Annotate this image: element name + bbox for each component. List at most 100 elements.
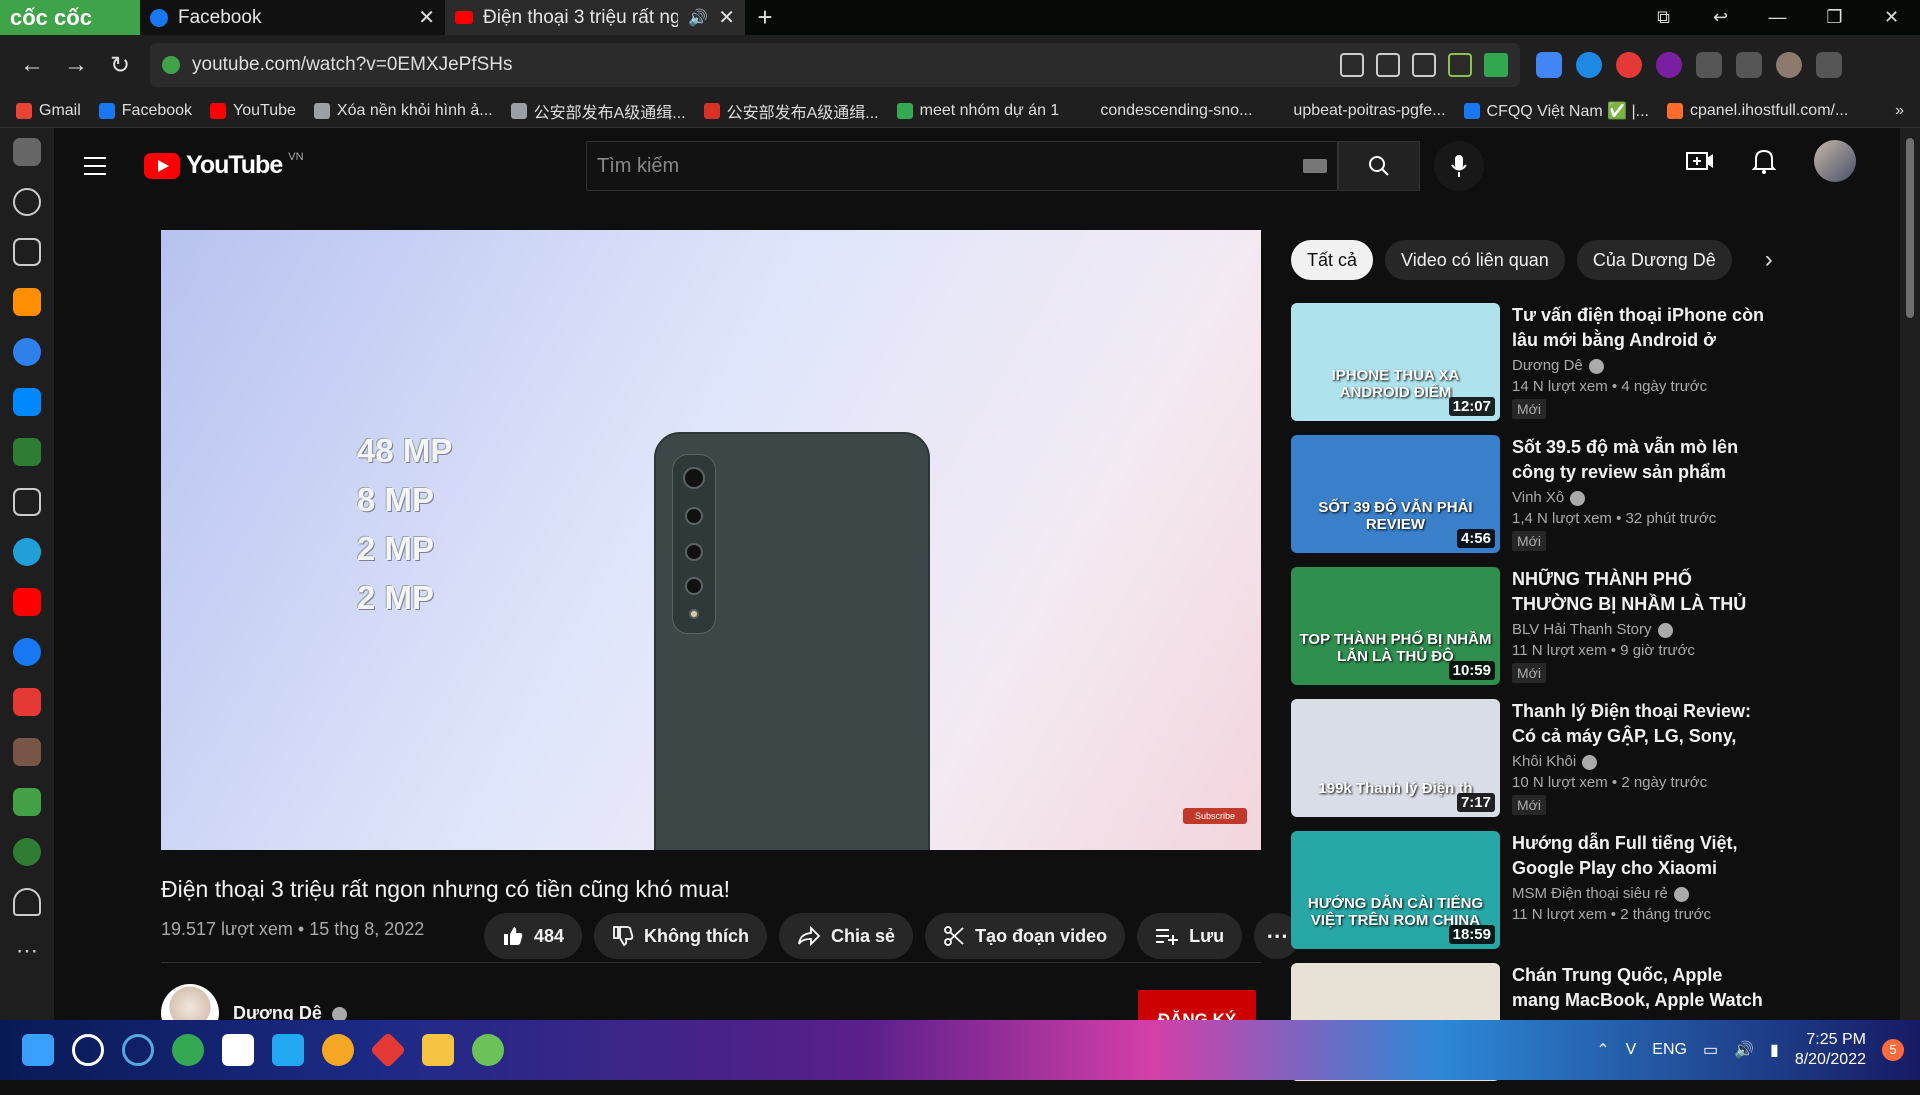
messenger-icon[interactable] [13, 338, 41, 366]
bookmark-item[interactable]: upbeat-poitras-pgfe... [1270, 102, 1446, 120]
translate-extension-icon[interactable] [1536, 52, 1562, 78]
recommended-video[interactable]: TOP THÀNH PHỐ BỊ NHẦM LẪN LÀ THỦ ĐÔ 10:59… [1291, 567, 1766, 699]
recommended-video-title[interactable]: NHỮNG THÀNH PHỐ THƯỜNG BỊ NHẦM LÀ THỦ ĐÔ… [1512, 567, 1766, 617]
voice-search-button[interactable] [1434, 141, 1484, 191]
recommended-video[interactable]: HƯỚNG DẪN CÀI TIẾNG VIỆT TRÊN ROM CHINA 1… [1291, 831, 1766, 963]
secure-lock-icon[interactable] [162, 56, 180, 74]
create-video-icon[interactable] [1686, 150, 1714, 172]
video-thumbnail[interactable]: TOP THÀNH PHỐ BỊ NHẦM LẪN LÀ THỦ ĐÔ 10:59 [1291, 567, 1500, 685]
crown-icon[interactable] [13, 138, 41, 166]
camera-app-icon[interactable] [222, 1034, 254, 1066]
rocket-icon[interactable] [13, 838, 41, 866]
recommended-channel-name[interactable]: Khôi Khôi [1512, 753, 1766, 770]
add-sidebar-app-icon[interactable] [13, 488, 41, 516]
minimize-button[interactable]: — [1749, 7, 1806, 28]
back-button[interactable]: ← [10, 51, 54, 79]
video-thumbnail[interactable]: SỐT 39 ĐỘ VẪN PHẢI REVIEW 4:56 [1291, 435, 1500, 553]
file-explorer-icon[interactable] [422, 1034, 454, 1066]
profile-avatar-icon[interactable] [1776, 52, 1802, 78]
search-button[interactable] [1338, 141, 1420, 191]
close-window-button[interactable]: ✕ [1863, 7, 1920, 28]
dislike-button[interactable]: Không thích [594, 913, 768, 959]
share-icon[interactable] [1376, 53, 1400, 77]
audio-extension-icon[interactable] [1656, 52, 1682, 78]
bookmark-item[interactable]: Facebook [98, 102, 192, 120]
recommended-video-title[interactable]: Chán Trung Quốc, Apple mang MacBook, App… [1512, 963, 1766, 1013]
video-thumbnail[interactable]: 199k Thanh lý Điện th 7:17 [1291, 699, 1500, 817]
video-thumbnail[interactable]: IPHONE THUA XA ANDROID ĐIỂM 12:07 [1291, 303, 1500, 421]
red-app-icon[interactable] [369, 1031, 407, 1069]
recommended-channel-name[interactable]: Dương Dê [1512, 357, 1766, 374]
install-app-icon[interactable] [1340, 53, 1364, 77]
recommended-video-title[interactable]: Hướng dẫn Full tiếng Việt, Google Play c… [1512, 831, 1766, 881]
recommended-channel-name[interactable]: Vinh Xô [1512, 489, 1766, 506]
coccoc-logo[interactable]: cốc cốc [0, 0, 140, 35]
telegram-icon[interactable] [13, 538, 41, 566]
bookmark-star-icon[interactable] [1412, 53, 1436, 77]
grammarly-icon[interactable] [322, 1034, 354, 1066]
chip-from-channel[interactable]: Của Dương Dê [1576, 240, 1732, 280]
youtube-sidebar-icon[interactable] [13, 588, 41, 616]
forward-button[interactable]: → [54, 51, 98, 79]
recommended-video[interactable]: IPHONE THUA XA ANDROID ĐIỂM 12:07 Tư vấn đ… [1291, 303, 1766, 435]
tab-youtube-video[interactable]: Điện thoại 3 triệu rất ngo 🔊 ✕ [445, 0, 745, 35]
video-player[interactable]: 48 MP 8 MP 2 MP 2 MP Subscribe [161, 230, 1261, 850]
more-sidebar-icon[interactable]: ⋯ [16, 938, 38, 964]
tab-search-icon[interactable]: ⧉ [1635, 7, 1692, 28]
chip-related[interactable]: Video có liên quan [1385, 240, 1565, 280]
recommended-channel-name[interactable]: MSM Điện thoại siêu rẻ [1512, 885, 1766, 902]
recommended-video-title[interactable]: Tư vấn điện thoại iPhone còn lâu mới bằn… [1512, 303, 1766, 353]
notifications-bell-icon[interactable] [1752, 148, 1776, 174]
vietkey-icon[interactable]: V [1626, 1041, 1637, 1059]
chevron-up-icon[interactable]: ⌃ [1596, 1040, 1609, 1060]
history-icon[interactable] [13, 188, 41, 216]
chrome-icon[interactable] [172, 1034, 204, 1066]
search-input[interactable]: Tìm kiếm [586, 141, 1338, 191]
tab-close-button[interactable]: ✕ [718, 5, 735, 30]
adblock-shield-icon[interactable] [1448, 53, 1472, 77]
like-button[interactable]: 484 [484, 913, 583, 959]
battery-icon[interactable]: ▮ [1770, 1040, 1779, 1060]
coccoc-taskbar-icon[interactable] [472, 1034, 504, 1066]
save-button[interactable]: Lưu [1137, 913, 1243, 959]
downloads-icon[interactable] [1816, 52, 1842, 78]
clip-button[interactable]: Tạo đoạn video [925, 913, 1126, 959]
bookmark-item[interactable]: cpanel.ihostfull.com/... [1667, 102, 1848, 120]
bookmarks-overflow-button[interactable]: » [1895, 102, 1904, 120]
recommended-channel-name[interactable]: BLV Hải Thanh Story [1512, 621, 1766, 638]
recommended-video[interactable]: 199k Thanh lý Điện th 7:17 Thanh lý Điện t… [1291, 699, 1766, 831]
keyboard-icon[interactable] [1303, 159, 1327, 173]
tab-facebook[interactable]: Facebook ✕ [140, 0, 445, 35]
account-avatar[interactable] [1814, 140, 1856, 182]
new-tab-button[interactable]: + [745, 2, 785, 33]
bookmark-item[interactable]: Gmail [16, 102, 81, 120]
tab-close-button[interactable]: ✕ [418, 5, 435, 30]
back-history-icon[interactable]: ↩ [1692, 7, 1749, 28]
recommended-video-title[interactable]: Thanh lý Điện thoại Review: Có cả máy GẬ… [1512, 699, 1766, 749]
game-controller-icon[interactable] [13, 438, 41, 466]
zalo-icon[interactable] [13, 388, 41, 416]
speaker-icon[interactable]: 🔊 [688, 8, 708, 28]
game-avatar-icon[interactable] [13, 738, 41, 766]
reload-button[interactable]: ↻ [98, 51, 142, 80]
j-extension-icon[interactable] [1576, 52, 1602, 78]
url-text[interactable]: youtube.com/watch?v=0EMXJePfSHs [192, 54, 1328, 76]
search-taskbar-icon[interactable] [72, 1034, 104, 1066]
puzzle-extensions-icon[interactable] [1696, 52, 1722, 78]
cortana-icon[interactable] [122, 1034, 154, 1066]
bookmark-item[interactable]: 公安部发布A级通缉... [510, 99, 686, 123]
hamburger-menu-icon[interactable] [84, 156, 134, 175]
language-indicator[interactable]: ENG [1652, 1041, 1687, 1059]
bookmark-item[interactable]: condescending-sno... [1077, 102, 1252, 120]
bookmark-item[interactable]: 公安部发布A级通缉... [703, 99, 879, 123]
bookmark-item[interactable]: YouTube [210, 102, 296, 120]
restore-button[interactable]: ❐ [1806, 7, 1863, 28]
page-scrollbar[interactable] [1900, 128, 1920, 1020]
chip-all[interactable]: Tất cả [1291, 240, 1374, 280]
volume-icon[interactable]: 🔊 [1734, 1040, 1754, 1060]
bookmark-item[interactable]: Xóa nền khỏi hình ả... [313, 102, 493, 120]
facebook-sidebar-icon[interactable] [13, 638, 41, 666]
clock[interactable]: 7:25 PM 8/20/2022 [1795, 1030, 1866, 1070]
reward-icon[interactable] [13, 788, 41, 816]
recommended-video-title[interactable]: Sốt 39.5 độ mà vẫn mò lên công ty review… [1512, 435, 1766, 485]
